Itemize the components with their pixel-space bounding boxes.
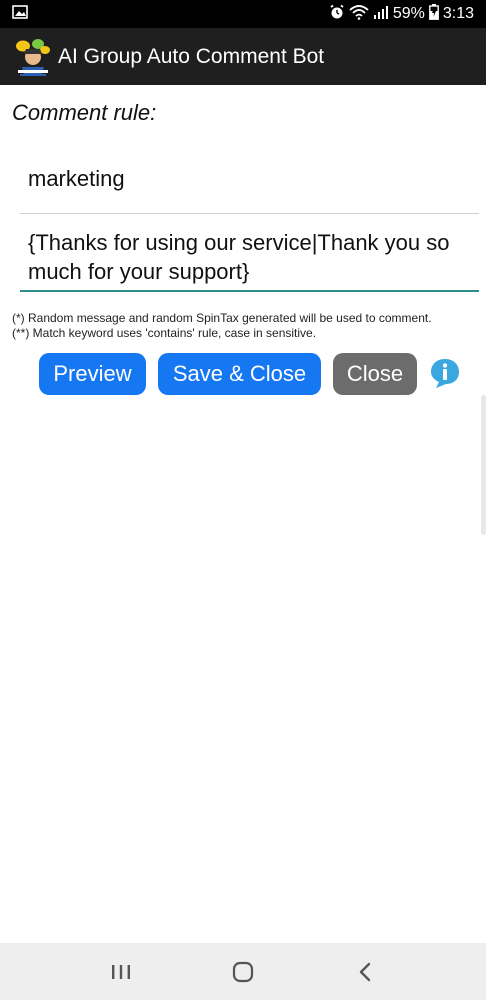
alarm-icon xyxy=(329,4,345,25)
status-left xyxy=(12,4,28,24)
battery-percent: 59% xyxy=(392,5,425,22)
home-icon[interactable] xyxy=(223,952,263,992)
note-random-message: (*) Random message and random SpinTax ge… xyxy=(12,311,432,325)
message-input[interactable]: {Thanks for using our service|Thank you … xyxy=(20,222,479,292)
status-bar: 59% 3:13 xyxy=(0,0,486,28)
info-icon[interactable] xyxy=(428,356,462,390)
wifi-icon xyxy=(349,4,369,25)
close-button[interactable]: Close xyxy=(333,353,417,395)
save-close-button[interactable]: Save & Close xyxy=(158,353,321,395)
app-title: AI Group Auto Comment Bot xyxy=(58,44,325,68)
scroll-edge xyxy=(481,395,486,535)
keyword-input[interactable]: marketing xyxy=(20,150,479,214)
preview-button[interactable]: Preview xyxy=(39,353,146,395)
app-bar: AI Group Auto Comment Bot xyxy=(0,28,486,85)
clock: 3:13 xyxy=(442,5,474,22)
battery-icon xyxy=(428,3,439,25)
recent-apps-icon[interactable] xyxy=(101,952,141,992)
signal-icon xyxy=(373,5,389,24)
status-right: 59% 3:13 xyxy=(329,3,474,25)
navigation-bar xyxy=(0,943,486,1000)
image-icon xyxy=(12,4,28,24)
app-logo-icon xyxy=(14,37,52,77)
comment-rule-label: Comment rule: xyxy=(12,100,157,125)
back-icon[interactable] xyxy=(345,952,385,992)
note-match-keyword: (**) Match keyword uses 'contains' rule,… xyxy=(12,326,317,340)
notes: (*) Random message and random SpinTax ge… xyxy=(12,311,432,341)
